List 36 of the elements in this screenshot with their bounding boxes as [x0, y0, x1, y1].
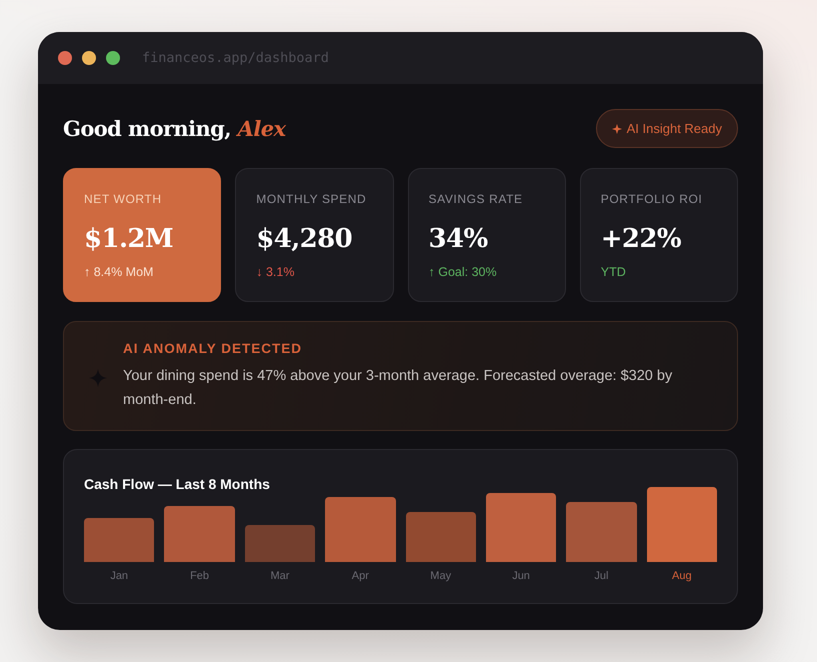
stat-change: ↑ Goal: 30%: [428, 264, 497, 280]
month-label: Jul: [594, 569, 608, 583]
maximize-button[interactable]: [106, 51, 120, 65]
month-label: Feb: [190, 569, 210, 583]
stat-label: SAVINGS RATE: [428, 191, 523, 207]
month-label: Jan: [110, 569, 128, 583]
cash-flow-bar: [244, 525, 316, 562]
greeting-heading: Good morning, Alex: [63, 114, 286, 142]
month-label: Mar: [270, 569, 290, 583]
chart-title: Cash Flow — Last 8 Months: [84, 475, 270, 493]
month-label: Aug: [672, 569, 692, 583]
cash-flow-bar: [84, 518, 154, 562]
stat-change: YTD: [600, 264, 626, 280]
stat-label: NET WORTH: [84, 191, 162, 207]
alert-message: Your dining spend is 47% above your 3-month average. Forecasted overage: $320 by month-end.: [123, 367, 674, 410]
sparkle-icon: [612, 124, 622, 134]
month-label: May: [430, 569, 452, 583]
ai-insight-button[interactable]: AI Insight Ready: [596, 109, 738, 148]
stat-change: ↓ 3.1%: [256, 264, 294, 280]
cash-flow-bar: [566, 502, 637, 562]
stat-value: +22%: [600, 223, 682, 255]
minimize-button[interactable]: [82, 51, 96, 65]
cash-flow-bar: [164, 506, 235, 562]
month-label: Apr: [352, 569, 369, 583]
close-button[interactable]: [58, 51, 72, 65]
stat-label: MONTHLY SPEND: [256, 191, 366, 207]
month-label: Jun: [512, 569, 530, 583]
cash-flow-bar: [406, 512, 476, 562]
cash-flow-bar: [486, 493, 556, 562]
stat-label: PORTFOLIO ROI: [600, 191, 702, 207]
stat-value: 34%: [428, 223, 488, 255]
alert-title: AI ANOMALY DETECTED: [123, 340, 302, 358]
stat-value: $4,280: [256, 223, 352, 255]
stat-change: ↑ 8.4% MoM: [84, 264, 154, 280]
cash-flow-bar: [325, 496, 396, 562]
stat-value: $1.2M: [84, 223, 174, 255]
